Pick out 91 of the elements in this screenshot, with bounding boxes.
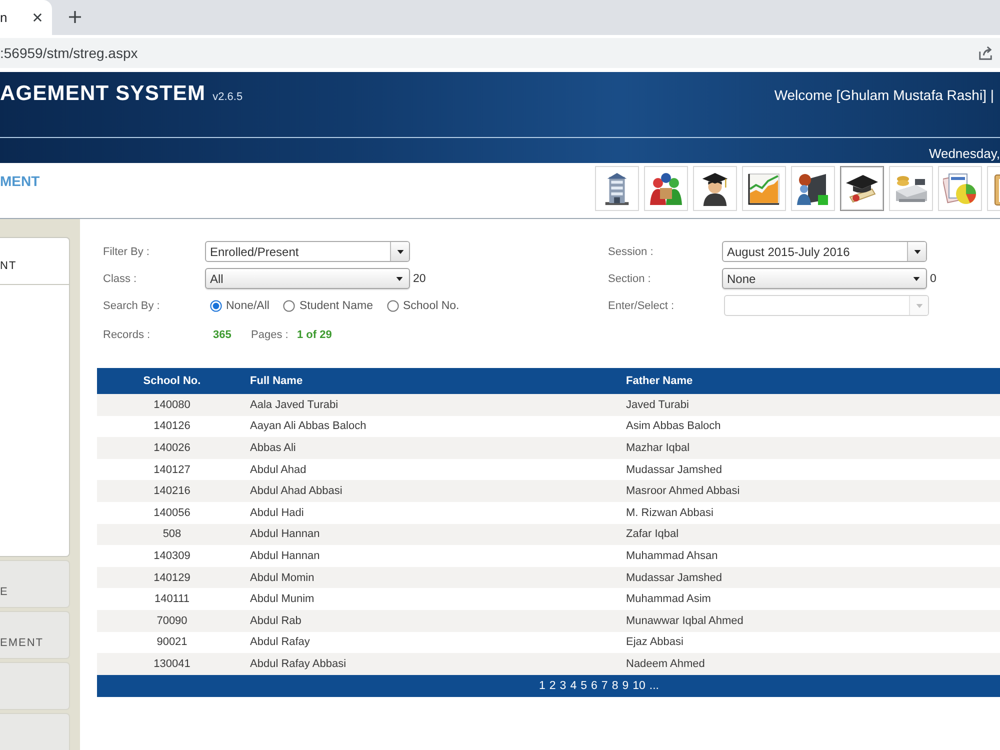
table-cell: Aala Javed Turabi: [247, 394, 623, 416]
dropdown-button[interactable]: [907, 242, 926, 261]
combo-box[interactable]: Enrolled/Present: [205, 241, 410, 262]
table-cell: Nadeem Ahmed: [623, 653, 1000, 675]
dropdown-button[interactable]: [390, 242, 409, 261]
browser-tab[interactable]: n: [0, 0, 52, 35]
date-text: Wednesday,: [928, 146, 1000, 162]
dropdown[interactable]: None: [722, 268, 927, 289]
table-cell: Abdul Rafay: [247, 632, 623, 654]
table-cell: 140126: [97, 416, 247, 438]
radio-option[interactable]: None/All: [210, 300, 270, 312]
column-header[interactable]: Father Name: [623, 368, 1000, 394]
count-label: 20: [413, 272, 426, 284]
page-link[interactable]: 2: [549, 680, 556, 692]
field-label: Search By :: [103, 300, 161, 312]
table-cell: Mudassar Jamshed: [623, 458, 1000, 480]
page-link[interactable]: 5: [580, 680, 587, 692]
field-label: Section :: [608, 272, 652, 284]
table-cell: 140309: [97, 545, 247, 567]
address-bar[interactable]: :56959/stm/streg.aspx: [0, 38, 1000, 68]
toolbar-button[interactable]: [840, 166, 884, 211]
table-cell: 140127: [97, 458, 247, 480]
page-link[interactable]: 9: [622, 680, 629, 692]
page-link[interactable]: 6: [591, 680, 598, 692]
table-cell: 140216: [97, 480, 247, 502]
table-cell: 508: [97, 524, 247, 546]
table-cell: Muhammad Ahsan: [623, 545, 1000, 567]
table-cell: 140129: [97, 566, 247, 588]
caret-icon: [914, 250, 920, 254]
dropdown[interactable]: All: [205, 268, 410, 289]
column-header[interactable]: Full Name: [247, 368, 623, 394]
line-chart-icon: [747, 172, 781, 206]
radio-option[interactable]: Student Name: [283, 300, 373, 312]
radio-option[interactable]: School No.: [386, 300, 460, 312]
table-cell: 130041: [97, 653, 247, 675]
table-cell: 70090: [97, 610, 247, 632]
table-cell: 90021: [97, 632, 247, 654]
module-title: MENT: [0, 173, 40, 189]
caret-icon: [396, 276, 403, 280]
table-cell: Ejaz Abbasi: [623, 632, 1000, 654]
table-cell: 140080: [97, 394, 247, 416]
people-icon: [649, 172, 683, 206]
table-cell: Abdul Hannan: [247, 545, 623, 567]
table-cell: Abdul Momin: [247, 566, 623, 588]
page-link[interactable]: 4: [570, 680, 577, 692]
page-link[interactable]: 7: [601, 680, 608, 692]
table-cell: Munawwar Iqbal Ahmed: [623, 610, 1000, 632]
page-link[interactable]: ...: [649, 680, 660, 692]
table-cell: Mudassar Jamshed: [623, 566, 1000, 588]
accordion-header[interactable]: E: [0, 560, 70, 608]
combo-box[interactable]: August 2015-July 2016: [722, 241, 927, 262]
table-cell: Asim Abbas Baloch: [623, 416, 1000, 438]
table-cell: Masroor Ahmed Abbasi: [623, 480, 1000, 502]
table-cell: Abbas Ali: [247, 437, 623, 459]
field-label: Session :: [608, 246, 654, 258]
field-label: Filter By :: [103, 246, 150, 258]
page-link[interactable]: 3: [560, 680, 566, 692]
caret-icon: [916, 304, 922, 308]
records-label: Records :: [103, 328, 152, 340]
table-cell: Abdul Hannan: [247, 524, 623, 546]
table-cell: Abdul Rab: [247, 610, 623, 632]
pages-count: 1 of 29: [297, 328, 333, 340]
caret-icon: [396, 250, 404, 254]
presenter-icon: [796, 172, 830, 206]
records-count: 365: [213, 328, 232, 340]
table-cell: Abdul Ahad Abbasi: [247, 480, 623, 502]
table-cell: Javed Turabi: [623, 394, 1000, 416]
field-label: Class :: [103, 272, 138, 284]
plus-icon[interactable]: [69, 11, 81, 23]
version-label: v2.6.5: [212, 91, 243, 103]
table-cell: 140026: [97, 437, 247, 459]
field-label: Enter/Select :: [608, 300, 676, 312]
table-cell: Zafar Iqbal: [623, 524, 1000, 546]
accordion-header[interactable]: EMENT: [0, 611, 70, 659]
share-icon[interactable]: [978, 46, 993, 60]
table-cell: Abdul Rafay Abbasi: [247, 653, 623, 675]
caret-icon: [913, 276, 920, 280]
count-label: 0: [930, 272, 936, 284]
pages-label: Pages :: [251, 328, 290, 340]
accordion-header[interactable]: NT: [0, 237, 70, 285]
app-title: AGEMENT SYSTEM: [0, 81, 206, 107]
page-link[interactable]: 8: [612, 680, 618, 692]
column-header[interactable]: School No.: [97, 368, 247, 394]
pie-report-icon: [943, 172, 977, 206]
table-cell: Mazhar Iqbal: [623, 437, 1000, 459]
page-link[interactable]: 1: [538, 680, 546, 692]
close-icon[interactable]: [33, 13, 42, 22]
table-cell: Aayan Ali Abbas Baloch: [247, 416, 623, 438]
welcome-text: Welcome [Ghulam Mustafa Rashi] |: [774, 87, 994, 103]
table-cell: Abdul Ahad: [247, 458, 623, 480]
page-link[interactable]: 10: [632, 680, 646, 692]
